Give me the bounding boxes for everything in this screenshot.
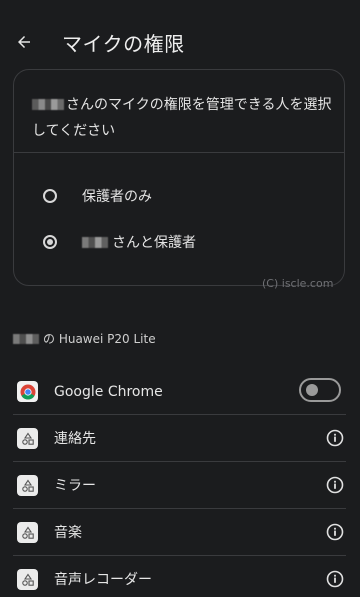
back-button[interactable]: [12, 30, 36, 54]
app-name: 音声レコーダー: [54, 572, 152, 588]
watermark: (C) iscle.com: [262, 277, 334, 290]
app-name: Google Chrome: [54, 384, 163, 400]
option-parent-only[interactable]: 保護者のみ: [14, 174, 344, 218]
page-title: マイクの権限: [62, 32, 185, 56]
info-icon[interactable]: [326, 429, 344, 447]
option-label: さんと保護者: [82, 232, 196, 252]
app-row-music[interactable]: 音楽: [0, 509, 360, 556]
chrome-mic-toggle[interactable]: [299, 378, 341, 402]
redacted-child-name: [82, 237, 108, 248]
arrow-left-icon: [18, 36, 30, 48]
divider: [14, 152, 344, 153]
app-name: 音楽: [54, 525, 82, 541]
app-name: 連絡先: [54, 431, 96, 447]
app-row-google-chrome[interactable]: Google Chrome: [0, 368, 360, 415]
app-name: ミラー: [54, 478, 96, 494]
generic-app-icon: [17, 428, 38, 449]
generic-app-icon: [17, 522, 38, 543]
permission-card: さんのマイクの権限を管理できる人を選択してください 保護者のみ さんと保護者: [13, 69, 345, 286]
chrome-icon: [17, 381, 38, 402]
app-bar: マイクの権限: [0, 18, 360, 70]
app-row-voice-recorder[interactable]: 音声レコーダー: [0, 556, 360, 597]
option-label: 保護者のみ: [82, 189, 152, 205]
info-icon[interactable]: [326, 523, 344, 541]
device-label: の Huawei P20 Lite: [13, 330, 156, 347]
toggle-knob: [306, 384, 318, 396]
generic-app-icon: [17, 569, 38, 590]
generic-app-icon: [17, 475, 38, 496]
redacted-child-name: [13, 333, 39, 344]
app-screen: マイクの権限 さんのマイクの権限を管理できる人を選択してください 保護者のみ さ…: [0, 0, 360, 597]
app-row-contacts[interactable]: 連絡先: [0, 415, 360, 462]
option-child-and-parent[interactable]: さんと保護者: [14, 220, 344, 264]
app-row-mirror[interactable]: ミラー: [0, 462, 360, 509]
radio-button-selected[interactable]: [43, 235, 57, 249]
info-icon[interactable]: [326, 476, 344, 494]
radio-button[interactable]: [43, 189, 57, 203]
info-icon[interactable]: [326, 570, 344, 588]
redacted-child-name: [32, 99, 64, 110]
card-heading: さんのマイクの権限を管理できる人を選択してください: [32, 97, 332, 139]
